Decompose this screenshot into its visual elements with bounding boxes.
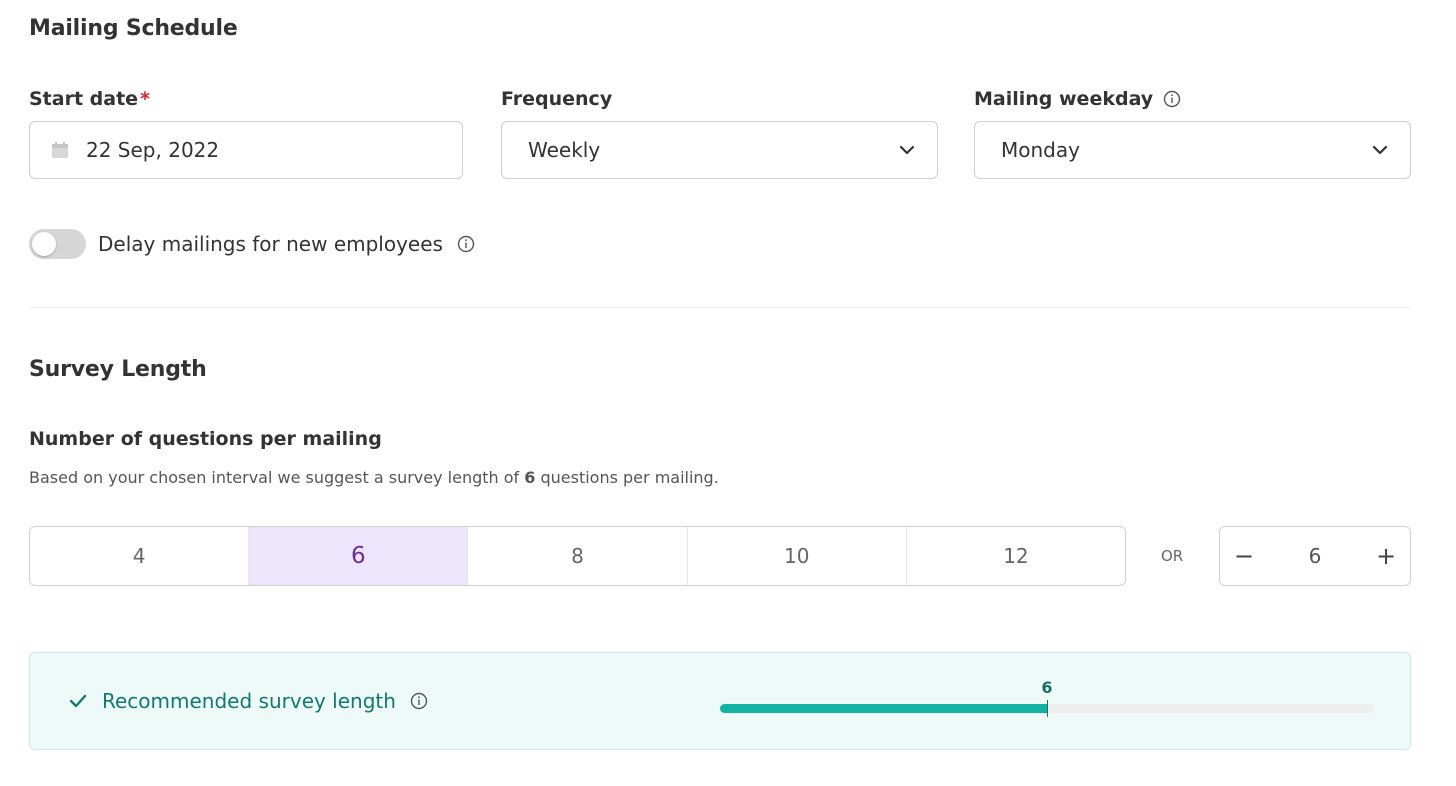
hint-suggested-value: 6 xyxy=(524,468,536,487)
recommendation-marker-label: 6 xyxy=(1041,678,1053,697)
option-8[interactable]: 8 xyxy=(468,527,688,585)
mailing-weekday-label-text: Mailing weekday xyxy=(974,88,1154,110)
delay-mailings-toggle[interactable] xyxy=(29,229,86,259)
or-separator: OR xyxy=(1161,547,1184,565)
calendar-icon xyxy=(50,140,70,160)
chevron-down-icon xyxy=(1370,140,1390,160)
frequency-value: Weekly xyxy=(528,138,601,162)
chevron-down-icon xyxy=(897,140,917,160)
frequency-select[interactable]: Weekly xyxy=(501,121,938,179)
start-date-label-text: Start date xyxy=(29,88,139,110)
recommendation-label: Recommended survey length xyxy=(102,689,396,713)
info-icon[interactable] xyxy=(457,235,475,253)
stepper-value[interactable]: 6 xyxy=(1268,544,1362,568)
question-count-options: 4 6 8 10 12 xyxy=(29,526,1126,586)
question-count-stepper: − 6 + xyxy=(1219,526,1411,586)
check-icon xyxy=(68,693,88,709)
mailing-weekday-select[interactable]: Monday xyxy=(974,121,1411,179)
start-date-value: 22 Sep, 2022 xyxy=(86,138,220,162)
required-mark: * xyxy=(140,88,150,110)
start-date-field[interactable]: 22 Sep, 2022 xyxy=(29,121,463,179)
info-icon[interactable] xyxy=(410,692,428,710)
recommendation-bar-marker xyxy=(1047,700,1048,717)
mailing-weekday-label: Mailing weekday xyxy=(974,88,1181,110)
hint-text-before: Based on your chosen interval we suggest… xyxy=(29,468,525,487)
option-10[interactable]: 10 xyxy=(688,527,907,585)
info-icon[interactable] xyxy=(1163,90,1181,108)
section-divider xyxy=(29,307,1411,308)
survey-length-hint: Based on your chosen interval we suggest… xyxy=(29,468,719,487)
hint-text-after: questions per mailing. xyxy=(535,468,719,487)
delay-mailings-label: Delay mailings for new employees xyxy=(98,232,443,256)
recommendation-row: Recommended survey length xyxy=(68,689,428,713)
recommendation-bar-track xyxy=(720,700,1374,717)
toggle-knob xyxy=(32,232,56,256)
increment-button[interactable]: + xyxy=(1362,542,1410,570)
mailing-weekday-value: Monday xyxy=(1001,138,1080,162)
option-4[interactable]: 4 xyxy=(30,527,250,585)
option-12[interactable]: 12 xyxy=(907,527,1125,585)
section-title-survey-length: Survey Length xyxy=(29,357,207,382)
recommendation-bar-fill xyxy=(720,704,1047,713)
frequency-label: Frequency xyxy=(501,88,613,110)
option-6[interactable]: 6 xyxy=(249,527,469,585)
questions-per-mailing-label: Number of questions per mailing xyxy=(29,428,382,450)
decrement-button[interactable]: − xyxy=(1220,542,1268,570)
section-title-mailing-schedule: Mailing Schedule xyxy=(29,16,238,41)
delay-mailings-row: Delay mailings for new employees xyxy=(98,232,475,256)
start-date-label: Start date * xyxy=(29,88,150,110)
